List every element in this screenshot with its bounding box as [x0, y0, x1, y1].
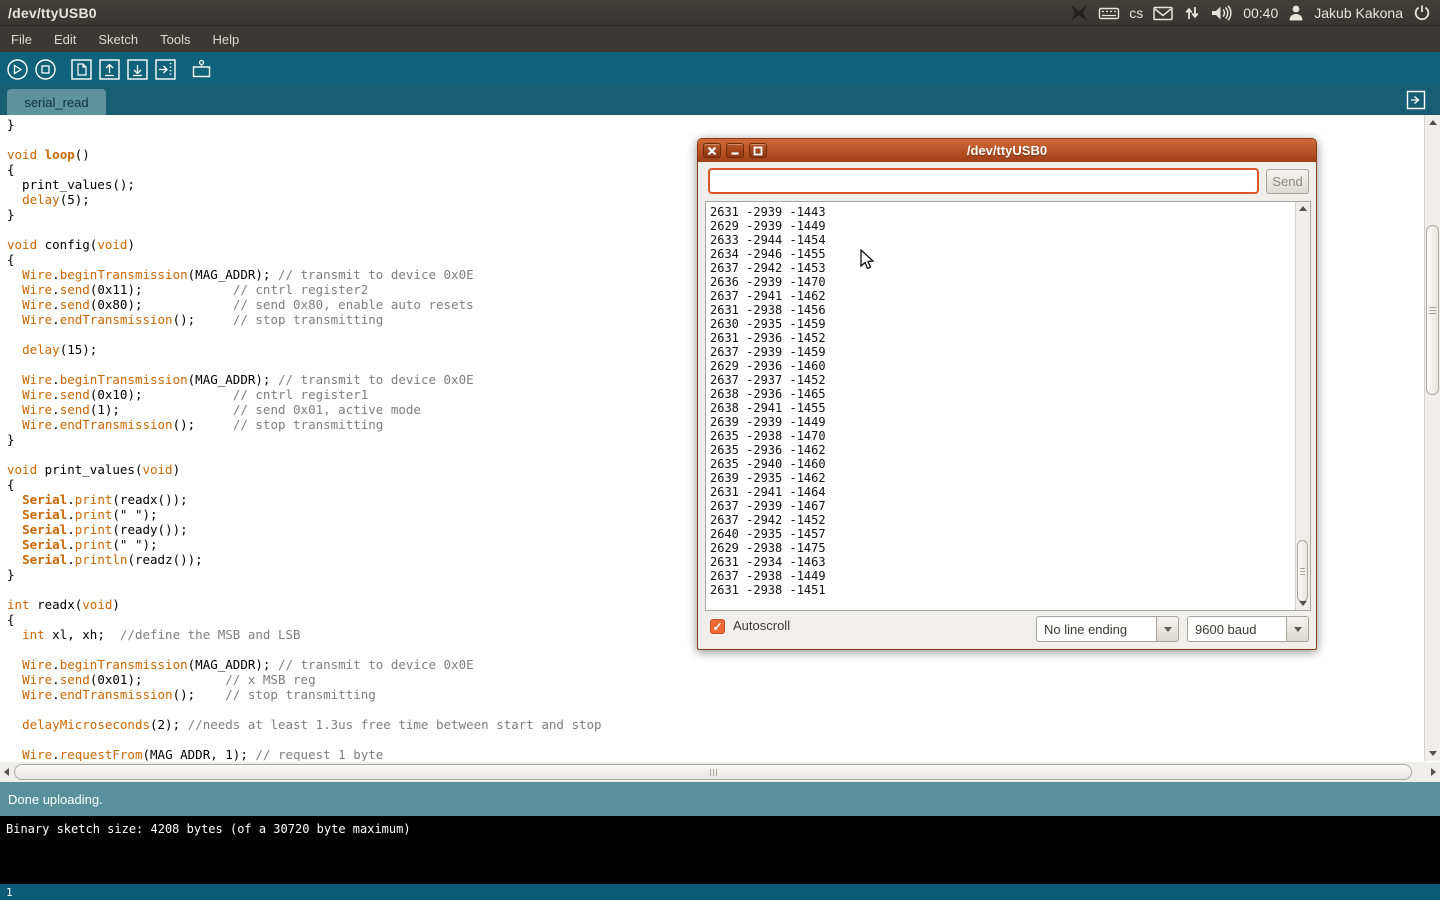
- volume-icon[interactable]: [1210, 3, 1234, 23]
- close-icon[interactable]: [703, 143, 721, 158]
- system-tray: cs 00:40 Jakub Kakona: [1069, 0, 1436, 25]
- session-gear-icon[interactable]: [1412, 3, 1432, 23]
- scroll-up-arrow[interactable]: [1429, 120, 1437, 125]
- serial-output-area[interactable]: 2631 -2939 -1443 2629 -2939 -1449 2633 -…: [705, 201, 1311, 611]
- clock[interactable]: 00:40: [1243, 5, 1278, 21]
- keyboard-layout-icon[interactable]: [1098, 3, 1120, 23]
- minimize-icon[interactable]: [726, 143, 744, 158]
- top-panel: /dev/ttyUSB0 cs 00:40 Jakub Kakona: [0, 0, 1440, 25]
- open-sketch-button[interactable]: [98, 58, 121, 81]
- network-icon[interactable]: [1183, 3, 1201, 23]
- serial-monitor-window: /dev/ttyUSB0 Send 2631 -2939 -1443 2629 …: [697, 138, 1317, 650]
- line-ending-value: No line ending: [1044, 622, 1127, 637]
- serial-scroll-thumb[interactable]: [1297, 540, 1308, 602]
- serial-send-input[interactable]: [708, 168, 1259, 194]
- tab-serial-read[interactable]: serial_read: [7, 89, 106, 115]
- chevron-down-icon: [1294, 627, 1302, 632]
- editor-scroll-thumb[interactable]: [1426, 225, 1439, 395]
- line-ending-select[interactable]: No line ending: [1036, 616, 1157, 642]
- keyboard-layout-label[interactable]: cs: [1129, 5, 1143, 21]
- baud-rate-value: 9600 baud: [1195, 622, 1256, 637]
- line-indicator-bar: 1: [0, 884, 1440, 900]
- notification-applet-icon[interactable]: [1069, 3, 1089, 23]
- console-line: Binary sketch size: 4208 bytes (of a 307…: [6, 822, 411, 836]
- serial-output-rows: 2631 -2939 -1443 2629 -2939 -1449 2633 -…: [706, 202, 1310, 597]
- checkmark-icon: ✓: [712, 621, 722, 633]
- autoscroll-checkbox[interactable]: ✓: [710, 619, 725, 634]
- maximize-icon[interactable]: [749, 143, 767, 158]
- line-ending-dropdown-button[interactable]: [1157, 616, 1179, 642]
- new-sketch-button[interactable]: [70, 58, 93, 81]
- baud-dropdown-button[interactable]: [1287, 616, 1309, 642]
- user-icon: [1287, 3, 1305, 23]
- active-window-title: /dev/ttyUSB0: [0, 5, 97, 21]
- stop-button[interactable]: [34, 58, 57, 81]
- serial-scroll-up-arrow[interactable]: [1299, 206, 1307, 211]
- serial-monitor-titlebar[interactable]: /dev/ttyUSB0: [698, 139, 1316, 162]
- menu-item-file[interactable]: File: [0, 26, 43, 53]
- serial-scrollbar[interactable]: [1295, 202, 1310, 610]
- menu-item-edit[interactable]: Edit: [43, 26, 87, 53]
- mail-icon[interactable]: [1152, 3, 1174, 23]
- build-console: Binary sketch size: 4208 bytes (of a 307…: [0, 816, 1440, 884]
- menu-item-tools[interactable]: Tools: [149, 26, 201, 53]
- editor-hscroll-thumb[interactable]: [14, 764, 1412, 780]
- menu-item-help[interactable]: Help: [201, 26, 250, 53]
- send-button[interactable]: Send: [1266, 169, 1309, 194]
- verify-button[interactable]: [6, 58, 29, 81]
- serial-monitor-controls: ✓ Autoscroll No line ending 9600 baud: [698, 616, 1316, 646]
- serial-monitor-title: /dev/ttyUSB0: [698, 143, 1316, 158]
- chevron-down-icon: [1164, 627, 1172, 632]
- ide-toolbar: [0, 52, 1440, 86]
- menubar: FileEditSketchToolsHelp: [0, 25, 1440, 52]
- serial-monitor-button[interactable]: [190, 58, 213, 81]
- editor-horizontal-scrollbar[interactable]: [0, 761, 1440, 782]
- status-bar: Done uploading.: [0, 782, 1440, 816]
- scroll-right-arrow[interactable]: [1431, 768, 1436, 776]
- mouse-cursor: [860, 249, 875, 276]
- scroll-down-arrow[interactable]: [1429, 751, 1437, 756]
- tab-menu-button[interactable]: [1406, 90, 1426, 110]
- menu-item-sketch[interactable]: Sketch: [87, 26, 149, 53]
- baud-rate-select[interactable]: 9600 baud: [1187, 616, 1287, 642]
- upload-button[interactable]: [154, 58, 177, 81]
- tab-label: serial_read: [24, 95, 88, 110]
- tab-strip: serial_read: [0, 86, 1440, 115]
- scroll-left-arrow[interactable]: [4, 768, 9, 776]
- line-number: 1: [6, 886, 13, 899]
- editor-vertical-scrollbar[interactable]: [1424, 115, 1440, 761]
- user-menu[interactable]: Jakub Kakona: [1314, 5, 1403, 21]
- autoscroll-label: Autoscroll: [733, 618, 790, 633]
- save-sketch-button[interactable]: [126, 58, 149, 81]
- status-message: Done uploading.: [8, 792, 103, 807]
- serial-scroll-down-arrow[interactable]: [1299, 601, 1307, 606]
